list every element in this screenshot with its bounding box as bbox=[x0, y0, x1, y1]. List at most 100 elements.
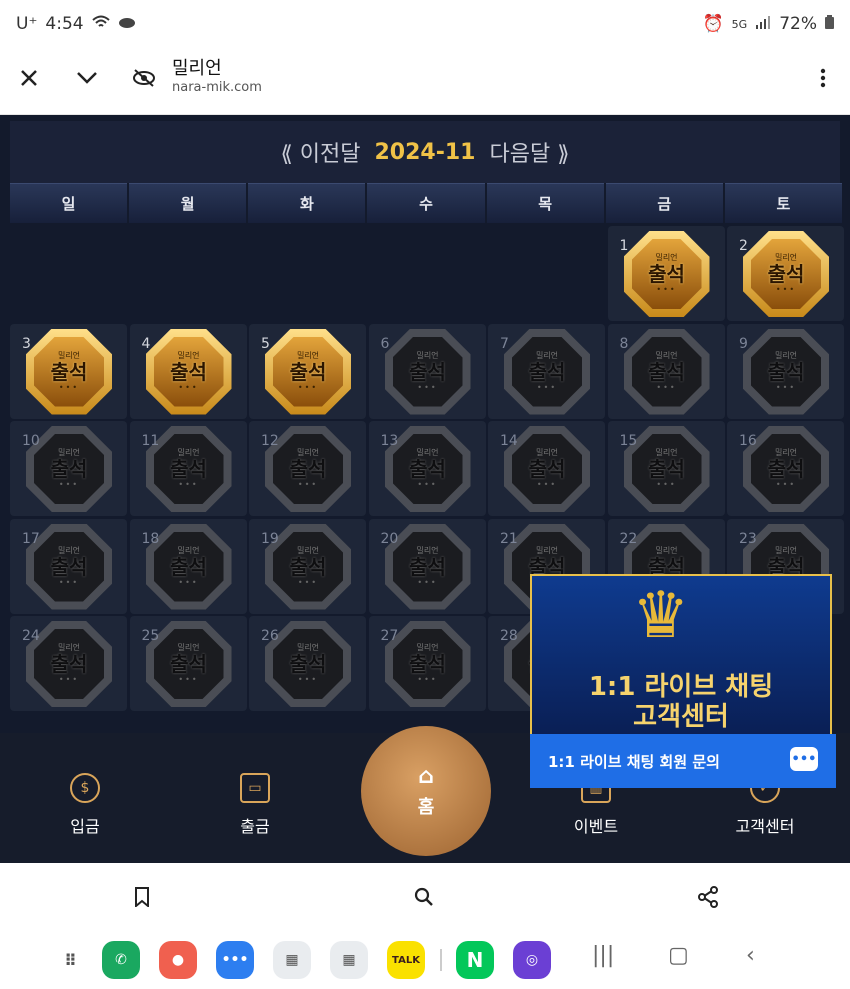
naver-app-icon[interactable]: N bbox=[456, 941, 494, 979]
badge-text: 출석 bbox=[767, 359, 805, 384]
kakaotalk-app-icon[interactable]: TALK bbox=[387, 941, 425, 979]
badge-dots: ••• bbox=[656, 480, 677, 489]
calendar-day[interactable]: 25 밀리언 출석 ••• bbox=[129, 616, 247, 711]
badge-logo: 밀리언 bbox=[57, 350, 81, 360]
nav-event-label: 이벤트 bbox=[573, 817, 619, 836]
chat-open-button[interactable]: 1:1 라이브 채팅 회원 문의 ••• bbox=[530, 734, 836, 788]
day-number: 19 bbox=[261, 530, 279, 547]
badge-text: 출석 bbox=[528, 359, 566, 384]
more-menu-icon[interactable] bbox=[805, 60, 841, 96]
day-number: 11 bbox=[141, 433, 160, 449]
home-icon: ⌂ bbox=[418, 763, 434, 789]
badge-dots: ••• bbox=[297, 577, 319, 587]
badge-dots: ••• bbox=[58, 577, 80, 587]
search-icon[interactable] bbox=[408, 881, 440, 913]
browser-bottom-bar bbox=[0, 864, 850, 930]
calendar-empty-cell bbox=[10, 226, 127, 321]
badge-dots: ••• bbox=[775, 480, 797, 489]
day-number: 15 bbox=[619, 433, 638, 449]
calendar-day[interactable]: 27 밀리언 출석 ••• bbox=[368, 616, 486, 711]
calendar-day[interactable]: 16 밀리언 출석 ••• bbox=[727, 421, 844, 516]
badge-text: 출석 bbox=[50, 359, 88, 384]
calendar-day[interactable]: 19 밀리언 출석 ••• bbox=[249, 518, 366, 614]
recent-apps-icon[interactable]: ||| bbox=[592, 943, 614, 968]
dock-divider bbox=[440, 949, 442, 971]
badge-dots: ••• bbox=[775, 382, 797, 392]
bixby-app-icon[interactable]: ◎ bbox=[513, 941, 551, 979]
calendar-day[interactable]: 6 밀리언 출석 ••• bbox=[368, 323, 486, 419]
badge-text: 출석 bbox=[289, 457, 327, 481]
calendar-empty-cell bbox=[488, 226, 605, 321]
badge-text: 출석 bbox=[648, 457, 685, 481]
calendar-day[interactable]: 3 밀리언 출석 ••• bbox=[10, 323, 127, 419]
badge-text: 출석 bbox=[528, 457, 566, 481]
calendar-day[interactable]: 8 밀리언 출석 ••• bbox=[607, 323, 725, 419]
folder2-app-icon[interactable]: ▦ bbox=[330, 941, 368, 979]
chat-banner[interactable]: ♛ 1:1 라이브 채팅 고객센터 bbox=[530, 574, 832, 736]
nav-withdraw[interactable]: ▭ 출금 bbox=[210, 773, 300, 837]
bookmark-icon[interactable] bbox=[126, 881, 158, 913]
day-number: 17 bbox=[22, 530, 40, 547]
chat-bar-label: 1:1 라이브 채팅 회원 문의 bbox=[548, 752, 720, 771]
badge-text: 출석 bbox=[50, 457, 88, 481]
badge-text: 출석 bbox=[767, 262, 805, 286]
chevron-down-icon[interactable] bbox=[69, 60, 105, 96]
calendar-day[interactable]: 2 밀리언 출석 ••• bbox=[727, 226, 844, 321]
badge-logo: 밀리언 bbox=[655, 545, 678, 555]
calendar-header: ⟪ 이전달 2024-11 다음달 ⟫ bbox=[10, 121, 840, 183]
badge-dots: ••• bbox=[536, 382, 558, 392]
calendar-day[interactable]: 15 밀리언 출석 ••• bbox=[607, 421, 725, 516]
contacts-app-icon[interactable]: ● bbox=[159, 941, 197, 979]
day-number: 25 bbox=[141, 628, 160, 644]
calendar-day[interactable]: 11 밀리언 출석 ••• bbox=[129, 421, 247, 516]
prev-month-link[interactable]: ⟪ 이전달 bbox=[281, 136, 361, 168]
eye-off-icon[interactable] bbox=[126, 60, 162, 96]
calendar-day[interactable]: 1 밀리언 출석 ••• bbox=[607, 226, 725, 321]
day-number: 10 bbox=[22, 433, 40, 449]
badge-logo: 밀리언 bbox=[535, 545, 559, 555]
folder-app-icon[interactable]: ▦ bbox=[273, 941, 311, 979]
calendar-day[interactable]: 18 밀리언 출석 ••• bbox=[129, 518, 247, 614]
badge-logo: 밀리언 bbox=[177, 350, 200, 360]
carrier-label: U⁺ bbox=[16, 14, 38, 34]
calendar-day[interactable]: 14 밀리언 출석 ••• bbox=[488, 421, 605, 516]
calendar-day[interactable]: 10 밀리언 출석 ••• bbox=[10, 421, 127, 516]
calendar-day[interactable]: 17 밀리언 출석 ••• bbox=[10, 518, 127, 614]
app-drawer-icon[interactable]: ⠿ bbox=[52, 941, 90, 979]
calendar-day[interactable]: 24 밀리언 출석 ••• bbox=[10, 616, 127, 711]
badge-text: 출석 bbox=[50, 554, 88, 579]
dollar-icon: $ bbox=[70, 773, 100, 803]
phone-app-icon[interactable]: ✆ bbox=[102, 941, 140, 979]
home-key-icon[interactable]: ▢ bbox=[668, 943, 689, 968]
calendar-day[interactable]: 26 밀리언 출석 ••• bbox=[249, 616, 366, 711]
calendar-day[interactable]: 9 밀리언 출석 ••• bbox=[727, 323, 844, 419]
page-url[interactable]: nara-mik.com bbox=[172, 80, 262, 95]
close-icon[interactable] bbox=[11, 60, 47, 96]
weekday-wed: 수 bbox=[367, 183, 485, 223]
badge-text: 출석 bbox=[170, 359, 207, 384]
calendar-day[interactable]: 13 밀리언 출석 ••• bbox=[368, 421, 486, 516]
badge-text: 출석 bbox=[289, 554, 327, 579]
day-number: 9 bbox=[739, 335, 748, 352]
alarm-icon: ⏰ bbox=[702, 14, 724, 34]
next-month-link[interactable]: 다음달 ⟫ bbox=[489, 136, 569, 168]
back-key-icon[interactable]: ‹ bbox=[746, 943, 755, 968]
badge-dots: ••• bbox=[417, 675, 438, 684]
day-number: 7 bbox=[500, 335, 509, 352]
calendar-day[interactable]: 5 밀리언 출석 ••• bbox=[249, 323, 366, 419]
home-button[interactable]: ⌂ 홈 bbox=[361, 726, 491, 856]
badge-dots: ••• bbox=[536, 480, 558, 489]
badge-text: 출석 bbox=[767, 457, 805, 481]
calendar-day[interactable]: 12 밀리언 출석 ••• bbox=[249, 421, 366, 516]
attendance-badge-icon: 밀리언출석••• bbox=[26, 328, 112, 415]
nav-deposit[interactable]: $ 입금 bbox=[40, 773, 130, 837]
calendar-day[interactable]: 4 밀리언 출석 ••• bbox=[129, 323, 247, 419]
badge-logo: 밀리언 bbox=[774, 350, 798, 360]
share-icon[interactable] bbox=[692, 881, 724, 913]
live-chat-widget[interactable]: ♛ 1:1 라이브 채팅 고객센터 1:1 라이브 채팅 회원 문의 ••• bbox=[530, 574, 836, 788]
messages-app-icon[interactable]: ••• bbox=[216, 941, 254, 979]
calendar-day[interactable]: 20 밀리언 출석 ••• bbox=[368, 518, 486, 614]
calendar-day[interactable]: 7 밀리언 출석 ••• bbox=[488, 323, 605, 419]
badge-dots: ••• bbox=[58, 382, 80, 392]
current-month: 2024-11 bbox=[374, 139, 476, 165]
